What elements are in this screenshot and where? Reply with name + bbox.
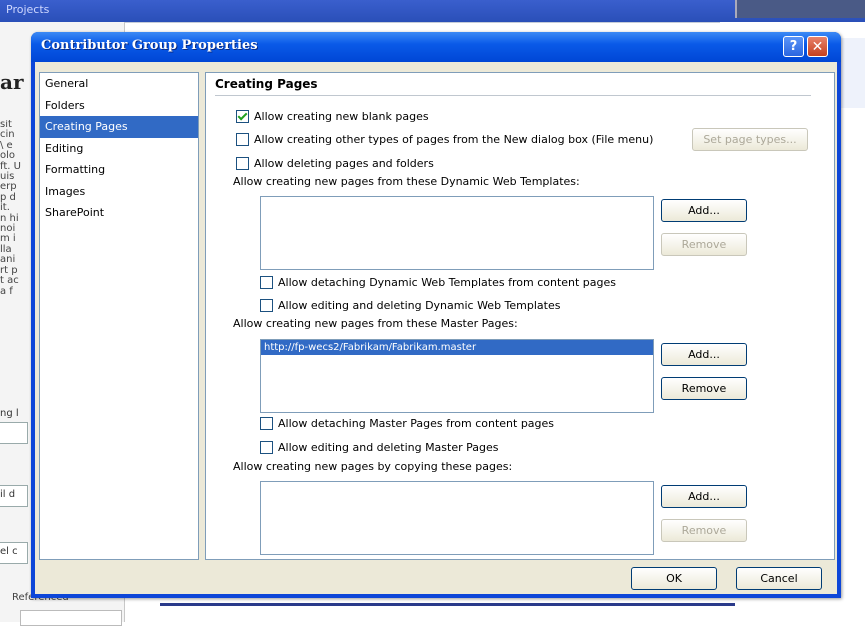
master-edit-row[interactable]: Allow editing and deleting Master Pages [260, 439, 499, 455]
nav-item-folders[interactable]: Folders [40, 95, 198, 117]
cancel-button[interactable]: Cancel [736, 567, 822, 590]
copy-listbox[interactable] [260, 481, 654, 555]
allow-delete-label: Allow deleting pages and folders [254, 156, 434, 170]
nav-item-formatting[interactable]: Formatting [40, 159, 198, 181]
dwt-remove-button[interactable]: Remove [661, 233, 747, 256]
allow-blank-label: Allow creating new blank pages [254, 109, 429, 123]
master-detach-label: Allow detaching Master Pages from conten… [278, 416, 555, 430]
dwt-edit-checkbox[interactable] [260, 298, 273, 312]
nav-item-sharepoint[interactable]: SharePoint [40, 202, 198, 224]
master-edit-label: Allow editing and deleting Master Pages [278, 440, 499, 454]
ok-button[interactable]: OK [631, 567, 717, 590]
dwt-detach-label: Allow detaching Dynamic Web Templates fr… [278, 275, 617, 289]
background-toolbar [735, 0, 865, 18]
master-label: Allow creating new pages from these Mast… [233, 317, 518, 330]
copy-remove-button[interactable]: Remove [661, 519, 747, 542]
copy-add-button[interactable]: Add... [661, 485, 747, 508]
properties-dialog: Contributor Group Properties ? ✕ General… [31, 32, 841, 598]
dwt-label: Allow creating new pages from these Dyna… [233, 175, 580, 188]
background-fragment: el c [0, 546, 18, 557]
dialog-titlebar[interactable]: Contributor Group Properties ? ✕ [31, 32, 841, 62]
master-edit-checkbox[interactable] [260, 440, 273, 454]
section-title: Creating Pages [215, 77, 318, 91]
allow-other-row[interactable]: Allow creating other types of pages from… [236, 131, 653, 147]
allow-blank-checkbox[interactable] [236, 109, 249, 123]
background-heading: ar [0, 70, 24, 94]
background-divider [120, 22, 720, 23]
close-button[interactable]: ✕ [807, 36, 828, 57]
dwt-detach-checkbox[interactable] [260, 275, 273, 289]
allow-blank-row[interactable]: Allow creating new blank pages [236, 108, 429, 124]
nav-item-creating-pages[interactable]: Creating Pages [40, 116, 198, 138]
dwt-listbox[interactable] [260, 196, 654, 270]
section-divider [215, 95, 811, 96]
background-bottom-line [160, 603, 735, 606]
background-bottom-field[interactable] [20, 610, 122, 626]
background-title: Projects [6, 3, 50, 16]
allow-other-label: Allow creating other types of pages from… [254, 132, 654, 146]
allow-delete-checkbox[interactable] [236, 156, 249, 170]
master-detach-row[interactable]: Allow detaching Master Pages from conten… [260, 415, 554, 431]
category-list: General Folders Creating Pages Editing F… [39, 72, 199, 560]
background-fragment: ng l [0, 408, 19, 419]
master-listbox[interactable]: http://fp-wecs2/Fabrikam/Fabrikam.master [260, 339, 654, 413]
master-list-item[interactable]: http://fp-wecs2/Fabrikam/Fabrikam.master [261, 340, 653, 355]
allow-delete-row[interactable]: Allow deleting pages and folders [236, 155, 434, 171]
nav-item-images[interactable]: Images [40, 181, 198, 203]
copy-label: Allow creating new pages by copying thes… [233, 460, 513, 473]
dialog-client-area: General Folders Creating Pages Editing F… [35, 62, 837, 594]
dwt-detach-row[interactable]: Allow detaching Dynamic Web Templates fr… [260, 274, 616, 290]
dwt-edit-row[interactable]: Allow editing and deleting Dynamic Web T… [260, 297, 560, 313]
dwt-edit-label: Allow editing and deleting Dynamic Web T… [278, 298, 561, 312]
master-remove-button[interactable]: Remove [661, 377, 747, 400]
background-fragment: il d [0, 489, 16, 500]
background-field[interactable] [0, 422, 28, 444]
set-page-types-button[interactable]: Set page types... [692, 128, 808, 151]
help-button[interactable]: ? [783, 36, 804, 57]
dwt-add-button[interactable]: Add... [661, 199, 747, 222]
dialog-title: Contributor Group Properties [41, 38, 258, 53]
master-add-button[interactable]: Add... [661, 343, 747, 366]
creating-pages-panel: Creating Pages Allow creating new blank … [205, 72, 835, 560]
allow-other-checkbox[interactable] [236, 132, 249, 146]
master-detach-checkbox[interactable] [260, 416, 273, 430]
nav-item-editing[interactable]: Editing [40, 138, 198, 160]
nav-item-general[interactable]: General [40, 73, 198, 95]
